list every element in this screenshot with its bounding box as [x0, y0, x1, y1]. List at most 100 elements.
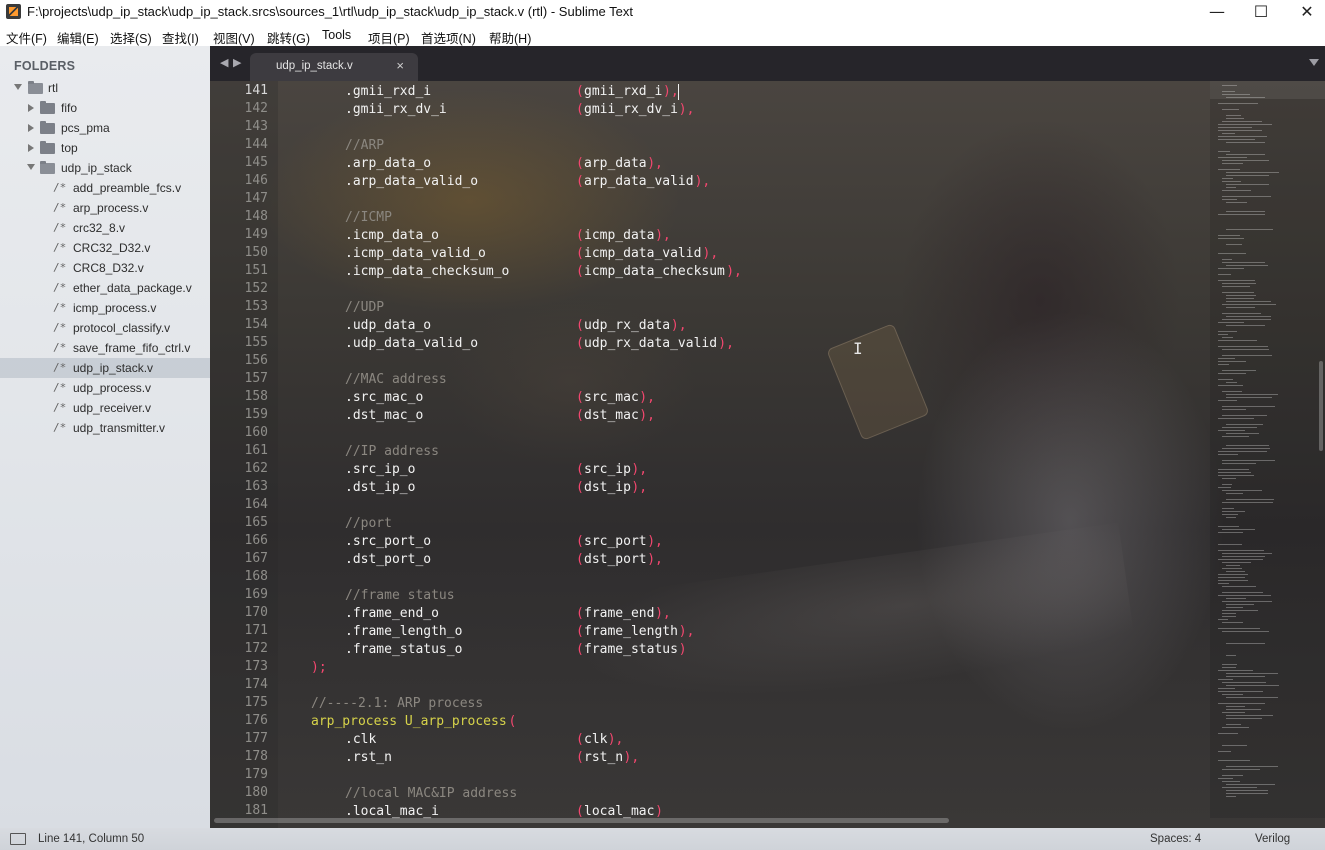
panel-toggle-icon[interactable] — [10, 833, 26, 845]
minimap-code-line — [1222, 694, 1243, 695]
menu-tools[interactable]: Tools — [322, 28, 351, 42]
sidebar-file-item[interactable]: /* add_preamble_fcs.v — [0, 178, 210, 198]
sidebar-file-item[interactable]: /* udp_receiver.v — [0, 398, 210, 418]
tab-nav-forward-icon[interactable]: ▶ — [233, 56, 241, 69]
sidebar-file-item[interactable]: /* CRC8_D32.v — [0, 258, 210, 278]
code-editor[interactable]: 141 142 143 144 145 146 147 148 149 150 151 152 153 1… — [210, 81, 1325, 828]
menu-help[interactable]: 帮助(H) — [489, 28, 531, 47]
line-number: 167 — [244, 551, 268, 566]
menu-selection[interactable]: 选择(S) — [110, 28, 152, 47]
sidebar-file-item[interactable]: /* arp_process.v — [0, 198, 210, 218]
minimap-code-line — [1218, 274, 1231, 275]
minimap-code-line — [1218, 688, 1235, 689]
code-port-name: .udp_data_o — [345, 318, 432, 333]
minimap-code-line — [1218, 346, 1268, 347]
menu-view[interactable]: 视图(V) — [213, 28, 255, 47]
code-signal-name: rst_n — [584, 750, 624, 765]
minimap-code-line — [1222, 436, 1249, 437]
code-port-name: .dst_mac_o — [345, 408, 424, 423]
minimap-code-line — [1222, 502, 1273, 503]
code-close-paren: ), — [631, 480, 648, 495]
minimize-button[interactable]: — — [1194, 0, 1240, 24]
sidebar-file-item[interactable]: /* udp_process.v — [0, 378, 210, 398]
sidebar-file-item[interactable]: /* icmp_process.v — [0, 298, 210, 318]
tab-label: udp_ip_stack.v — [276, 60, 353, 72]
chevron-right-icon[interactable] — [28, 124, 34, 132]
code-port-name: .src_port_o — [345, 534, 432, 549]
vertical-scrollbar[interactable] — [1319, 361, 1323, 451]
code-signal-name: icmp_data — [584, 228, 655, 243]
minimap-code-line — [1226, 766, 1278, 767]
menu-preferences[interactable]: 首选项(N) — [421, 28, 476, 47]
minimap-code-line — [1222, 85, 1237, 86]
code-close-paren: ), — [678, 624, 695, 639]
sidebar-file-item[interactable]: /* udp_transmitter.v — [0, 418, 210, 438]
menu-edit[interactable]: 编辑(E) — [57, 28, 99, 47]
minimap-code-line — [1226, 115, 1241, 116]
folder-label: top — [61, 141, 78, 155]
tree-folder-top[interactable]: top — [0, 138, 210, 158]
text-caret — [678, 84, 679, 100]
line-number: 168 — [244, 569, 268, 584]
chevron-right-icon[interactable] — [28, 144, 34, 152]
minimap-code-line — [1226, 706, 1245, 707]
line-number: 158 — [244, 389, 268, 404]
minimap-code-line — [1218, 280, 1255, 281]
indentation-setting[interactable]: Spaces: 4 — [1150, 833, 1201, 845]
tab-close-icon[interactable]: × — [396, 58, 404, 73]
code-open-paren: ( — [576, 336, 584, 351]
code-open-paren: ( — [576, 480, 584, 495]
chevron-right-icon[interactable] — [28, 104, 34, 112]
minimap-code-line — [1218, 778, 1233, 779]
tab-bar: ◀ ▶ udp_ip_stack.v × — [210, 46, 1325, 81]
file-code-icon: /* — [53, 221, 67, 234]
code-close-paren: ), — [639, 390, 655, 405]
tree-folder-pcs-pma[interactable]: pcs_pma — [0, 118, 210, 138]
sidebar-file-item[interactable]: /* ether_data_package.v — [0, 278, 210, 298]
menu-goto[interactable]: 跳转(G) — [267, 28, 310, 47]
line-number: 162 — [244, 461, 268, 476]
tree-folder-udp-ip-stack[interactable]: udp_ip_stack — [0, 158, 210, 178]
tab-list-dropdown-icon[interactable] — [1309, 59, 1319, 66]
chevron-down-icon[interactable] — [27, 164, 35, 170]
folder-label: pcs_pma — [61, 121, 110, 135]
menu-file[interactable]: 文件(F) — [6, 28, 47, 47]
minimap-code-line — [1218, 238, 1244, 239]
close-button[interactable]: ✕ — [1284, 0, 1325, 24]
sidebar-file-item[interactable]: /* crc32_8.v — [0, 218, 210, 238]
minimap[interactable] — [1210, 81, 1325, 818]
tree-folder-rtl[interactable]: rtl — [0, 78, 210, 98]
minimap-code-line — [1218, 619, 1228, 620]
tab-nav-back-icon[interactable]: ◀ — [220, 56, 228, 69]
sidebar-file-item[interactable]: /* protocol_classify.v — [0, 318, 210, 338]
line-number: 169 — [244, 587, 268, 602]
sidebar-file-item[interactable]: /* udp_ip_stack.v — [0, 358, 210, 378]
chevron-down-icon[interactable] — [14, 84, 22, 90]
line-number: 142 — [244, 101, 268, 116]
horizontal-scrollbar[interactable] — [214, 818, 949, 823]
code-punctuation: ); — [311, 660, 327, 675]
minimap-code-line — [1222, 556, 1265, 557]
minimap-code-line — [1218, 334, 1228, 335]
minimap-code-line — [1218, 157, 1247, 158]
syntax-selector[interactable]: Verilog — [1255, 833, 1290, 845]
minimap-code-line — [1226, 796, 1236, 797]
code-port-name: .rst_n — [345, 750, 392, 765]
sidebar-file-item[interactable]: /* save_frame_fifo_ctrl.v — [0, 338, 210, 358]
folder-label: fifo — [61, 101, 78, 115]
minimap-code-line — [1222, 94, 1250, 95]
menu-project[interactable]: 项目(P) — [368, 28, 410, 47]
maximize-button[interactable]: ☐ — [1238, 0, 1284, 24]
minimap-code-line — [1226, 724, 1241, 725]
minimap-code-line — [1226, 154, 1265, 155]
file-label: icmp_process.v — [73, 301, 157, 315]
code-close-paren: ), — [639, 408, 655, 423]
tab-udp-ip-stack[interactable]: udp_ip_stack.v × — [250, 53, 418, 81]
code-signal-name: arp_data_valid — [584, 174, 694, 189]
sidebar-file-item[interactable]: /* CRC32_D32.v — [0, 238, 210, 258]
code-open-paren: ( — [576, 750, 584, 765]
menu-find[interactable]: 查找(I) — [162, 28, 199, 47]
tree-folder-fifo[interactable]: fifo — [0, 98, 210, 118]
minimap-code-line — [1222, 121, 1262, 122]
code-signal-name: dst_mac — [584, 408, 639, 423]
